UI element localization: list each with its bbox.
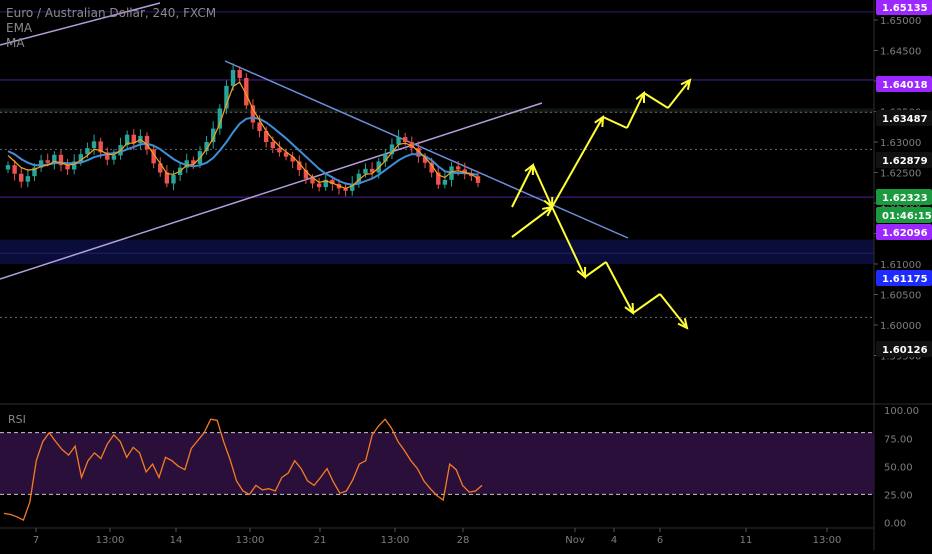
candle-body xyxy=(5,165,11,170)
candle-body xyxy=(45,160,50,163)
rsi-label: RSI xyxy=(8,413,26,426)
time-tick-label: 13:00 xyxy=(381,535,410,546)
candle-body xyxy=(12,165,17,174)
price-tick-label: 1.61000 xyxy=(880,260,921,271)
candle-body xyxy=(171,174,176,184)
price-badge-label: 1.65135 xyxy=(882,3,928,14)
candle-body xyxy=(270,142,275,149)
price-badge-label: 1.62323 xyxy=(882,193,928,204)
rsi-tick-label: 100.00 xyxy=(884,406,919,417)
candle-body xyxy=(316,183,322,188)
candle-body xyxy=(442,179,448,185)
candle-body xyxy=(91,141,97,149)
time-tick-label: 28 xyxy=(457,535,470,546)
candle-body xyxy=(230,70,236,86)
time-tick-label: 13:00 xyxy=(96,535,125,546)
price-badge-label: 1.61175 xyxy=(882,274,928,285)
candle-body xyxy=(277,148,282,153)
price-badge-label: 1.60126 xyxy=(882,345,928,356)
candle-body xyxy=(396,137,401,145)
candle-body xyxy=(237,70,242,78)
price-badge-label: 1.63487 xyxy=(882,114,928,125)
price-badge-label: 1.62096 xyxy=(882,228,928,239)
rsi-tick-label: 75.00 xyxy=(884,434,913,445)
candle-body xyxy=(455,166,461,170)
price-badge-label: 1.64018 xyxy=(882,80,928,91)
price-tick-label: 1.62500 xyxy=(880,169,921,180)
price-badge-label: 01:46:15 xyxy=(882,211,932,222)
time-tick-label: 7 xyxy=(33,535,39,546)
indicator-ma-label[interactable]: MA xyxy=(6,36,216,51)
price-tick-label: 1.60000 xyxy=(880,321,921,332)
time-tick-label: Nov xyxy=(565,535,585,546)
time-tick-label: 13:00 xyxy=(236,535,265,546)
time-tick-label: 11 xyxy=(740,535,753,546)
time-tick-label: 6 xyxy=(657,535,663,546)
chart-svg[interactable]: 1.650001.645001.640001.635001.630001.625… xyxy=(0,0,932,550)
price-tick-label: 1.60500 xyxy=(880,291,921,302)
candle-body xyxy=(19,173,24,182)
price-tick-label: 1.63000 xyxy=(880,138,921,149)
rsi-tick-label: 50.00 xyxy=(884,462,913,473)
time-tick-label: 4 xyxy=(611,535,617,546)
indicator-ema-label[interactable]: EMA xyxy=(6,21,216,36)
time-tick-label: 14 xyxy=(170,535,183,546)
candle-body xyxy=(402,137,408,142)
time-tick-label: 13:00 xyxy=(813,535,842,546)
time-tick-label: 21 xyxy=(314,535,327,546)
support-zone-band xyxy=(0,239,874,264)
rsi-tick-label: 25.00 xyxy=(884,490,913,501)
rsi-band xyxy=(0,432,874,495)
candle-body xyxy=(310,178,315,184)
price-badge-label: 1.62879 xyxy=(882,156,928,167)
symbol-title[interactable]: Euro / Australian Dollar, 240, FXCM xyxy=(6,6,216,21)
price-tick-label: 1.65000 xyxy=(880,16,921,27)
rsi-tick-label: 0.00 xyxy=(884,518,906,529)
candle-body xyxy=(363,168,368,174)
price-tick-label: 1.64500 xyxy=(880,47,921,58)
candle-body xyxy=(65,165,70,170)
candle-body xyxy=(111,155,117,160)
candle-body xyxy=(25,176,31,182)
chart-root[interactable]: 1.650001.645001.640001.635001.630001.625… xyxy=(0,0,932,550)
chart-legend: Euro / Australian Dollar, 240, FXCM EMA … xyxy=(6,6,216,51)
